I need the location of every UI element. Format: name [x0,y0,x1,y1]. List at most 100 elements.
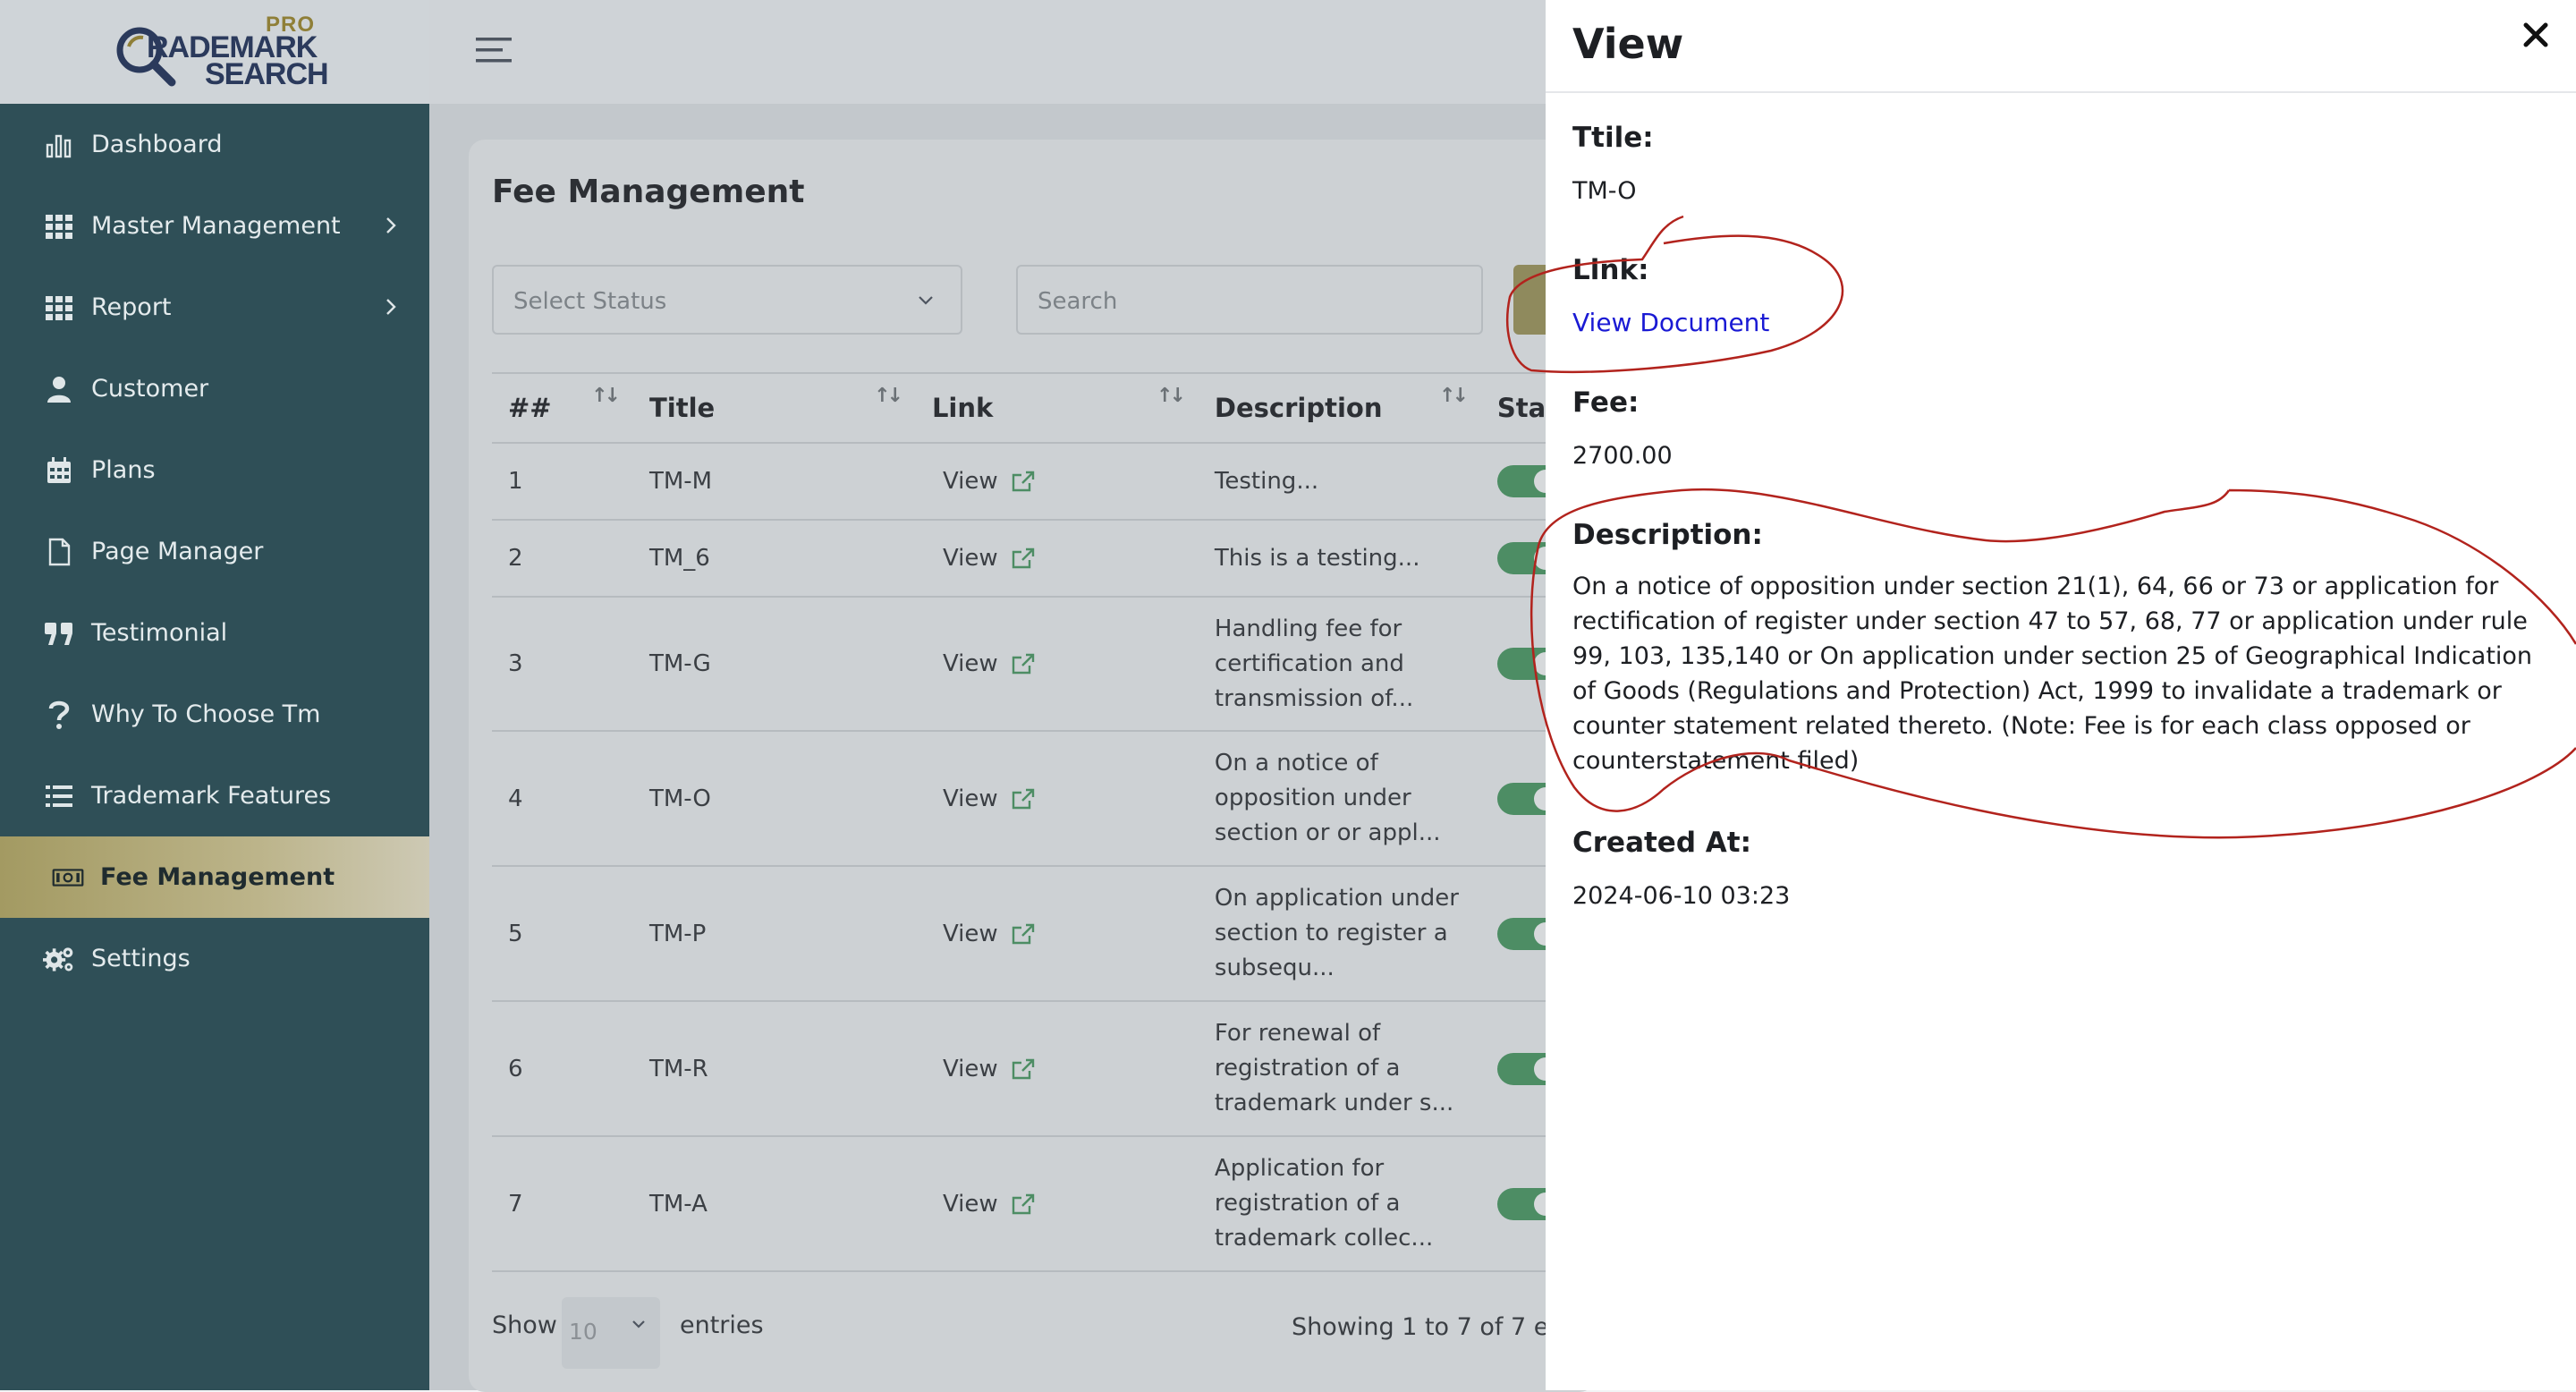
view-document-link[interactable]: View Document [1572,308,1769,337]
sidebar-item-label: Report [91,293,172,321]
row-title: TM-R [632,1001,916,1137]
sidebar-item-plans[interactable]: Plans [0,429,429,511]
row-number: 7 [492,1136,633,1272]
topbar [429,0,1546,104]
user-icon [43,373,75,405]
view-panel: View Ttile: TM-O Link: View Document Fee… [1546,0,2576,1390]
row-title: TM-M [632,443,916,521]
row-link-cell: View [915,443,1199,521]
calendar-icon [43,454,75,487]
row-number: 5 [492,866,633,1002]
table-row: 2 TM_6 View This is a testing... [492,520,1592,598]
entries-label: entries [680,1311,764,1339]
row-title: TM-P [632,866,916,1002]
description-label: Description: [1572,519,1763,551]
logo-area: PRO RADEMARK SEARCH [0,0,429,104]
close-icon[interactable] [2522,21,2549,48]
fee-management-card: Fee Management Select Status Search ## ↑↓… [469,140,1596,1392]
title-label: Ttile: [1572,122,1654,154]
sidebar-item-label: Customer [91,375,209,403]
money-icon [52,862,84,894]
page-length-value: 10 [569,1319,597,1345]
sort-icon[interactable]: ↑↓ [591,385,621,407]
table-row: 6 TM-R View For renewal of registration … [492,1001,1592,1137]
row-title: TM-G [632,597,916,732]
link-label: Link: [1572,254,1649,286]
hamburger-menu-icon[interactable] [474,34,513,66]
fee-table: ## ↑↓ Title ↑↓ Link ↑↓ Description ↑↓ Status… [492,372,1592,1272]
row-link-cell: View [915,1001,1199,1137]
sidebar-item-report[interactable]: Report [0,267,429,348]
view-link[interactable]: View [943,1191,1036,1218]
sort-icon[interactable]: ↑↓ [1157,385,1186,407]
search-input[interactable]: Search [1016,265,1483,335]
status-select[interactable]: Select Status [492,265,962,335]
sidebar-item-testimonial[interactable]: Testimonial [0,592,429,674]
fee-label: Fee: [1572,386,1640,419]
row-number: 1 [492,443,633,521]
sidebar: PRO RADEMARK SEARCH Dashboard Master Man… [0,0,429,1390]
created-at-label: Created At: [1572,827,1752,859]
quote-icon [43,617,75,649]
external-link-icon [1012,471,1034,492]
sidebar-item-page-manager[interactable]: Page Manager [0,511,429,592]
row-title: TM_6 [632,520,916,598]
sidebar-item-label: Master Management [91,212,341,240]
logo-text-line2: SEARCH [205,57,329,91]
sidebar-item-label: Settings [91,945,191,972]
table-header-row: ## ↑↓ Title ↑↓ Link ↑↓ Description ↑↓ Status [492,372,1592,444]
view-link[interactable]: View [943,921,1036,947]
sidebar-item-dashboard[interactable]: Dashboard [0,104,429,185]
table-info: Showing 1 to 7 of 7 ent [1292,1313,1574,1341]
external-link-icon [1012,547,1034,569]
row-description: Handling fee for certification and trans… [1198,597,1481,732]
view-link[interactable]: View [943,650,1036,677]
row-description: On application under section to register… [1198,866,1481,1002]
view-link[interactable]: View [943,785,1036,812]
sidebar-item-master-management[interactable]: Master Management [0,185,429,267]
bar-chart-icon [43,129,75,161]
sidebar-item-why-to-choose-tm[interactable]: Why To Choose Tm [0,674,429,755]
sidebar-nav: Dashboard Master Management Report Custo… [0,104,429,999]
sidebar-item-label: Plans [91,456,156,484]
sort-icon[interactable]: ↑↓ [874,385,903,407]
row-title: TM-O [632,731,916,867]
table-row: 3 TM-G View Handling fee for certificati… [492,597,1592,732]
row-title: TM-A [632,1136,916,1272]
row-link-cell: View [915,597,1199,732]
created-at-value: 2024-06-10 03:23 [1572,882,1791,910]
view-link[interactable]: View [943,545,1036,572]
external-link-icon [1012,1058,1034,1079]
page-length-select[interactable]: 10 [562,1297,660,1369]
chevron-down-icon [919,296,933,305]
sidebar-item-label: Why To Choose Tm [91,700,321,728]
row-link-cell: View [915,520,1199,598]
row-link-cell: View [915,731,1199,867]
chevron-right-icon [386,299,396,315]
sort-icon[interactable]: ↑↓ [1439,385,1469,407]
grid-icon [43,292,75,324]
column-header-description[interactable]: Description ↑↓ [1198,372,1481,444]
row-description: On a notice of opposition under section … [1198,731,1481,867]
row-number: 6 [492,1001,633,1137]
grid-icon [43,210,75,242]
sidebar-item-customer[interactable]: Customer [0,348,429,429]
logo[interactable]: PRO RADEMARK SEARCH [111,13,329,91]
column-header-link[interactable]: Link ↑↓ [915,372,1199,444]
row-description: Application for registration of a tradem… [1198,1136,1481,1272]
sidebar-item-settings[interactable]: Settings [0,918,429,999]
sidebar-item-fee-management[interactable]: Fee Management [0,836,429,918]
show-label: Show [492,1311,557,1339]
sidebar-item-label: Trademark Features [91,782,332,810]
sidebar-item-trademark-features[interactable]: Trademark Features [0,755,429,836]
table-row: 1 TM-M View Testing... [492,443,1592,521]
view-link[interactable]: View [943,1056,1036,1082]
table-row: 7 TM-A View Application for registration… [492,1136,1592,1272]
table-row: 5 TM-P View On application under section… [492,866,1592,1002]
fee-value: 2700.00 [1572,442,1673,470]
external-link-icon [1012,923,1034,944]
sidebar-item-label: Dashboard [91,131,223,158]
column-header-title[interactable]: Title ↑↓ [632,372,916,444]
column-header-number[interactable]: ## ↑↓ [492,372,633,444]
view-link[interactable]: View [943,468,1036,495]
